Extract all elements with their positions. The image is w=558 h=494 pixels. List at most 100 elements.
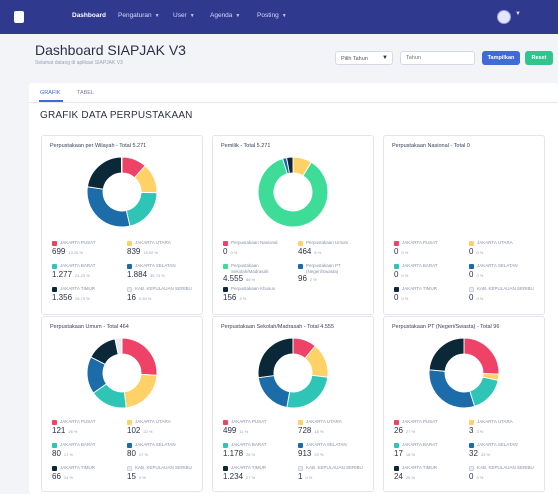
donut-slice[interactable] bbox=[257, 337, 294, 379]
legend-item[interactable]: KAB. KEPULAUAN SERIBU 1 0 % bbox=[298, 465, 370, 487]
donut-slice[interactable] bbox=[286, 374, 329, 409]
donut-slice[interactable] bbox=[120, 156, 123, 174]
reset-filter-button[interactable]: Reset bbox=[525, 51, 553, 65]
donut-slice[interactable] bbox=[428, 369, 476, 409]
legend-value: 17 bbox=[394, 449, 403, 458]
legend-item[interactable]: JAKARTA PUSAT 499 11 % bbox=[223, 419, 295, 441]
donut-slice[interactable] bbox=[123, 373, 158, 409]
legend-swatch bbox=[52, 287, 57, 292]
legend-item[interactable]: JAKARTA SELATAN 1.884 35,74 % bbox=[127, 263, 199, 285]
donut-slice[interactable] bbox=[86, 186, 131, 228]
legend-label: JAKARTA PUSAT bbox=[402, 419, 438, 424]
legend-swatch bbox=[469, 241, 474, 246]
legend-swatch bbox=[298, 420, 303, 425]
nav-item-posting[interactable]: Posting ▼ bbox=[257, 12, 287, 19]
legend-item[interactable]: JAKARTA BARAT 0 0 % bbox=[394, 263, 466, 285]
legend-percent: 35,74 % bbox=[150, 273, 165, 278]
legend-swatch bbox=[469, 466, 474, 471]
legend-item[interactable]: JAKARTA PUSAT 26 27 % bbox=[394, 419, 466, 441]
legend-item[interactable]: JAKARTA SELATAN 0 0 % bbox=[469, 263, 541, 285]
legend-item[interactable]: JAKARTA UTARA 3 3 % bbox=[469, 419, 541, 441]
donut-chart[interactable] bbox=[426, 154, 502, 230]
donut-chart[interactable] bbox=[255, 154, 331, 230]
legend-item[interactable]: JAKARTA TIMUR 66 14 % bbox=[52, 465, 124, 487]
nav-item-pengaturan[interactable]: Pengaturan ▼ bbox=[118, 12, 160, 19]
user-avatar[interactable] bbox=[497, 10, 511, 24]
legend-item[interactable]: JAKARTA PUSAT 699 13,26 % bbox=[52, 240, 124, 262]
legend-item[interactable]: JAKARTA SELATAN 32 33 % bbox=[469, 442, 541, 464]
panel-title: Pemilik - Total 5.271 bbox=[221, 143, 271, 149]
donut-slice[interactable] bbox=[463, 337, 500, 375]
nav-item-dashboard[interactable]: Dashboard bbox=[72, 12, 106, 19]
legend-swatch bbox=[394, 466, 399, 471]
nav-item-user[interactable]: User ▼ bbox=[173, 12, 195, 19]
legend-label: JAKARTA SELATAN bbox=[306, 442, 347, 447]
tab-tabel[interactable]: TABEL bbox=[77, 90, 94, 96]
legend-item[interactable]: KAB. KEPULAUAN SERIBU 15 3 % bbox=[127, 465, 199, 487]
legend-item[interactable]: JAKARTA UTARA 839 15,92 % bbox=[127, 240, 199, 262]
app-logo[interactable] bbox=[14, 11, 24, 23]
page-title: Dashboard SIAPJAK V3 bbox=[35, 42, 186, 58]
year-input[interactable] bbox=[400, 51, 475, 65]
legend-item[interactable]: JAKARTA BARAT 1.178 26 % bbox=[223, 442, 295, 464]
legend-item[interactable]: JAKARTA TIMUR 24 25 % bbox=[394, 465, 466, 487]
legend-value: 24 bbox=[394, 472, 403, 481]
legend-item[interactable]: JAKARTA UTARA 102 22 % bbox=[127, 419, 199, 441]
donut-chart[interactable] bbox=[84, 335, 160, 411]
legend-item[interactable]: JAKARTA UTARA 0 0 % bbox=[469, 240, 541, 262]
donut-chart[interactable] bbox=[255, 335, 331, 411]
tab-grafik[interactable]: GRAFIK bbox=[40, 90, 60, 96]
legend-label: JAKARTA TIMUR bbox=[402, 465, 438, 470]
legend-item[interactable]: JAKARTA PUSAT 0 0 % bbox=[394, 240, 466, 262]
legend-item[interactable]: KAB. KEPULAUAN SERIBU 0 0 % bbox=[469, 286, 541, 308]
apply-filter-button[interactable]: Tampilkan bbox=[482, 51, 520, 65]
legend-item[interactable]: KAB. KEPULAUAN SERIBU 16 0,30 % bbox=[127, 286, 199, 308]
legend-label: JAKARTA TIMUR bbox=[60, 286, 96, 291]
legend-item[interactable]: JAKARTA BARAT 17 18 % bbox=[394, 442, 466, 464]
legend-item[interactable]: JAKARTA UTARA 728 16 % bbox=[298, 419, 370, 441]
legend-item[interactable]: JAKARTA TIMUR 0 0 % bbox=[394, 286, 466, 308]
legend-item[interactable]: Perpustakaan Nasional 0 0 % bbox=[223, 240, 295, 262]
donut-slice[interactable] bbox=[257, 375, 291, 408]
legend-percent: 16 % bbox=[314, 429, 324, 434]
legend-percent: 3 % bbox=[138, 475, 146, 480]
donut-slice[interactable] bbox=[125, 191, 158, 227]
legend-swatch bbox=[127, 241, 132, 246]
donut-chart[interactable] bbox=[426, 335, 502, 411]
main-card: GRAFIK TABEL GRAFIK DATA PERPUSTAKAAN Pe… bbox=[29, 83, 558, 494]
legend-label: JAKARTA PUSAT bbox=[60, 419, 96, 424]
donut-slice[interactable] bbox=[121, 337, 158, 376]
donut-slice[interactable] bbox=[428, 337, 465, 372]
legend-item[interactable]: JAKARTA SELATAN 80 17 % bbox=[127, 442, 199, 464]
legend-item[interactable]: JAKARTA BARAT 80 17 % bbox=[52, 442, 124, 464]
legend-item[interactable]: Perpustakaan PT (Negeri/Swasta) 96 2 % bbox=[298, 263, 370, 285]
legend-value: 728 bbox=[298, 426, 312, 435]
donut-slice[interactable] bbox=[469, 376, 499, 407]
legend-item[interactable]: JAKARTA BARAT 1.277 24,23 % bbox=[52, 263, 124, 285]
legend-swatch bbox=[394, 241, 399, 246]
legend-item[interactable]: KAB. KEPULAUAN SERIBU 0 0 % bbox=[469, 465, 541, 487]
legend-value: 102 bbox=[127, 426, 141, 435]
legend-item[interactable]: JAKARTA PUSAT 121 26 % bbox=[52, 419, 124, 441]
legend-value-row: 00 % bbox=[394, 293, 408, 302]
legend-item[interactable]: Perpustakaan Umum 464 8 % bbox=[298, 240, 370, 262]
legend-percent: 0 % bbox=[230, 250, 238, 255]
legend-swatch bbox=[127, 466, 132, 471]
nav-item-agenda[interactable]: Agenda ▼ bbox=[210, 12, 240, 19]
legend-label: Perpustakaan Umum bbox=[306, 240, 349, 245]
legend-label: JAKARTA BARAT bbox=[231, 442, 267, 447]
legend-value-row: 4.555 86 % bbox=[223, 274, 255, 283]
legend-item[interactable]: JAKARTA TIMUR 1.234 27 % bbox=[223, 465, 295, 487]
legend-value-row: 80 17 % bbox=[127, 449, 148, 458]
legend-percent: 14 % bbox=[63, 475, 74, 480]
chevron-down-icon[interactable]: ▼ bbox=[515, 11, 521, 17]
donut-slice[interactable] bbox=[86, 156, 123, 190]
legend-item[interactable]: JAKARTA SELATAN 913 20 % bbox=[298, 442, 370, 464]
legend-item[interactable]: Perpustakaan Sekolah/Madrasah 4.555 86 % bbox=[223, 263, 295, 285]
legend-percent: 0 % bbox=[476, 296, 484, 301]
legend-item[interactable]: JAKARTA TIMUR 1.356 25,73 % bbox=[52, 286, 124, 308]
donut-chart[interactable] bbox=[84, 154, 160, 230]
year-select[interactable]: Pilih Tahun ▼ bbox=[335, 51, 393, 65]
legend-value-row: 499 11 % bbox=[223, 426, 248, 435]
legend-item[interactable]: Perpustakaan Khusus 156 3 % bbox=[223, 286, 295, 308]
